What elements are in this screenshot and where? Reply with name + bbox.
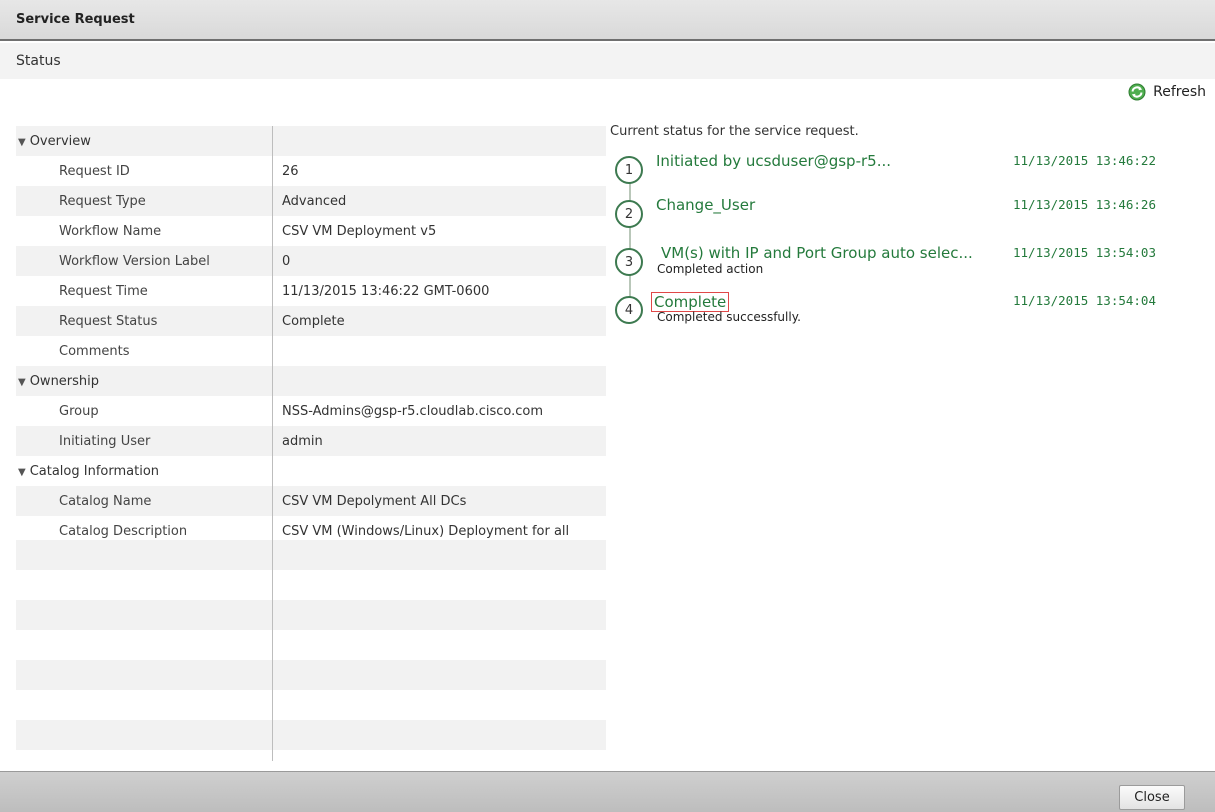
step-timestamp: 11/13/2015 13:46:26 xyxy=(1013,197,1156,212)
detail-row-initiating-user: Initiating User admin xyxy=(16,426,606,456)
collapse-triangle-icon: ▼ xyxy=(18,377,26,388)
detail-row-request-time: Request Time 11/13/2015 13:46:22 GMT-060… xyxy=(16,276,606,306)
label-workflow-name: Workflow Name xyxy=(59,224,162,239)
step-number-badge: 4 xyxy=(615,296,643,324)
column-divider xyxy=(272,126,273,761)
window-title: Service Request xyxy=(16,12,135,27)
value-request-time: 11/13/2015 13:46:22 GMT-0600 xyxy=(282,284,490,299)
empty-row xyxy=(16,690,606,720)
detail-row-request-status: Request Status Complete xyxy=(16,306,606,336)
label-catalog-name: Catalog Name xyxy=(59,494,152,509)
step-name: VM(s) with IP and Port Group auto selec.… xyxy=(661,244,973,262)
step-detail: Completed successfully. xyxy=(657,310,801,324)
label-catalog-description: Catalog Description xyxy=(59,524,188,539)
label-request-type: Request Type xyxy=(59,194,146,209)
label-comments: Comments xyxy=(59,344,130,359)
refresh-button[interactable]: Refresh xyxy=(1128,82,1206,102)
value-initiating-user: admin xyxy=(282,434,323,449)
label-initiating-user: Initiating User xyxy=(59,434,151,449)
detail-row-catalog-name: Catalog Name CSV VM Depolyment All DCs xyxy=(16,486,606,516)
value-workflow-version-label: 0 xyxy=(282,254,291,269)
status-timeline: 1 Initiated by ucsduser@gsp-r5... 11/13/… xyxy=(612,150,1212,330)
group-header-overview[interactable]: ▼ Overview xyxy=(16,126,606,156)
value-group: NSS-Admins@gsp-r5.cloudlab.cisco.com xyxy=(282,404,544,419)
refresh-label: Refresh xyxy=(1153,84,1206,100)
step-detail: Completed action xyxy=(657,262,764,276)
request-details-grid: ▼ Overview Request ID 26 Request Type Adv… xyxy=(16,124,606,761)
collapse-triangle-icon: ▼ xyxy=(18,137,26,148)
value-workflow-name: CSV VM Deployment v5 xyxy=(282,224,437,239)
detail-row-request-id: Request ID 26 xyxy=(16,156,606,186)
detail-row-group: Group NSS-Admins@gsp-r5.cloudlab.cisco.c… xyxy=(16,396,606,426)
step-name: Change_User xyxy=(656,196,756,214)
timeline-step: 4 Complete Completed successfully. 11/13… xyxy=(612,290,1212,330)
step-timestamp: 11/13/2015 13:54:04 xyxy=(1013,293,1156,308)
step-name: Complete xyxy=(651,292,730,312)
timeline-step: 3 VM(s) with IP and Port Group auto sele… xyxy=(612,242,1212,282)
value-request-type: Advanced xyxy=(282,194,347,209)
step-name: Initiated by ucsduser@gsp-r5... xyxy=(656,152,891,170)
step-number-badge: 3 xyxy=(615,248,643,276)
value-catalog-name: CSV VM Depolyment All DCs xyxy=(282,494,467,509)
empty-row xyxy=(16,630,606,660)
close-button[interactable]: Close xyxy=(1119,785,1185,810)
empty-row xyxy=(16,540,606,570)
group-header-ownership[interactable]: ▼ Ownership xyxy=(16,366,606,396)
label-request-status: Request Status xyxy=(59,314,158,329)
dialog-footer: Close xyxy=(0,771,1215,812)
empty-row xyxy=(16,570,606,600)
refresh-icon xyxy=(1128,83,1146,101)
label-request-id: Request ID xyxy=(59,164,130,179)
group-label-overview: Overview xyxy=(29,134,91,149)
step-number-badge: 2 xyxy=(615,200,643,228)
timeline-step: 1 Initiated by ucsduser@gsp-r5... 11/13/… xyxy=(612,150,1212,190)
value-request-id: 26 xyxy=(282,164,299,179)
status-tab-bar: Status xyxy=(0,43,1215,79)
status-heading: Current status for the service request. xyxy=(610,124,859,139)
step-timestamp: 11/13/2015 13:54:03 xyxy=(1013,245,1156,260)
step-timestamp: 11/13/2015 13:46:22 xyxy=(1013,153,1156,168)
tab-status[interactable]: Status xyxy=(16,53,61,69)
detail-row-comments: Comments xyxy=(16,336,606,366)
collapse-triangle-icon: ▼ xyxy=(18,467,26,478)
empty-row xyxy=(16,600,606,630)
empty-row xyxy=(16,720,606,750)
group-label-ownership: Ownership xyxy=(29,374,100,389)
window-titlebar: Service Request xyxy=(0,0,1215,41)
label-group: Group xyxy=(59,404,99,419)
detail-row-workflow-name: Workflow Name CSV VM Deployment v5 xyxy=(16,216,606,246)
value-request-status: Complete xyxy=(282,314,345,329)
detail-row-request-type: Request Type Advanced xyxy=(16,186,606,216)
group-label-catalog-information: Catalog Information xyxy=(29,464,160,479)
detail-row-workflow-version-label: Workflow Version Label 0 xyxy=(16,246,606,276)
step-number-badge: 1 xyxy=(615,156,643,184)
empty-row xyxy=(16,660,606,690)
label-workflow-version-label: Workflow Version Label xyxy=(59,254,210,269)
timeline-step: 2 Change_User 11/13/2015 13:46:26 xyxy=(612,194,1212,234)
group-header-catalog-information[interactable]: ▼ Catalog Information xyxy=(16,456,606,486)
label-request-time: Request Time xyxy=(59,284,148,299)
